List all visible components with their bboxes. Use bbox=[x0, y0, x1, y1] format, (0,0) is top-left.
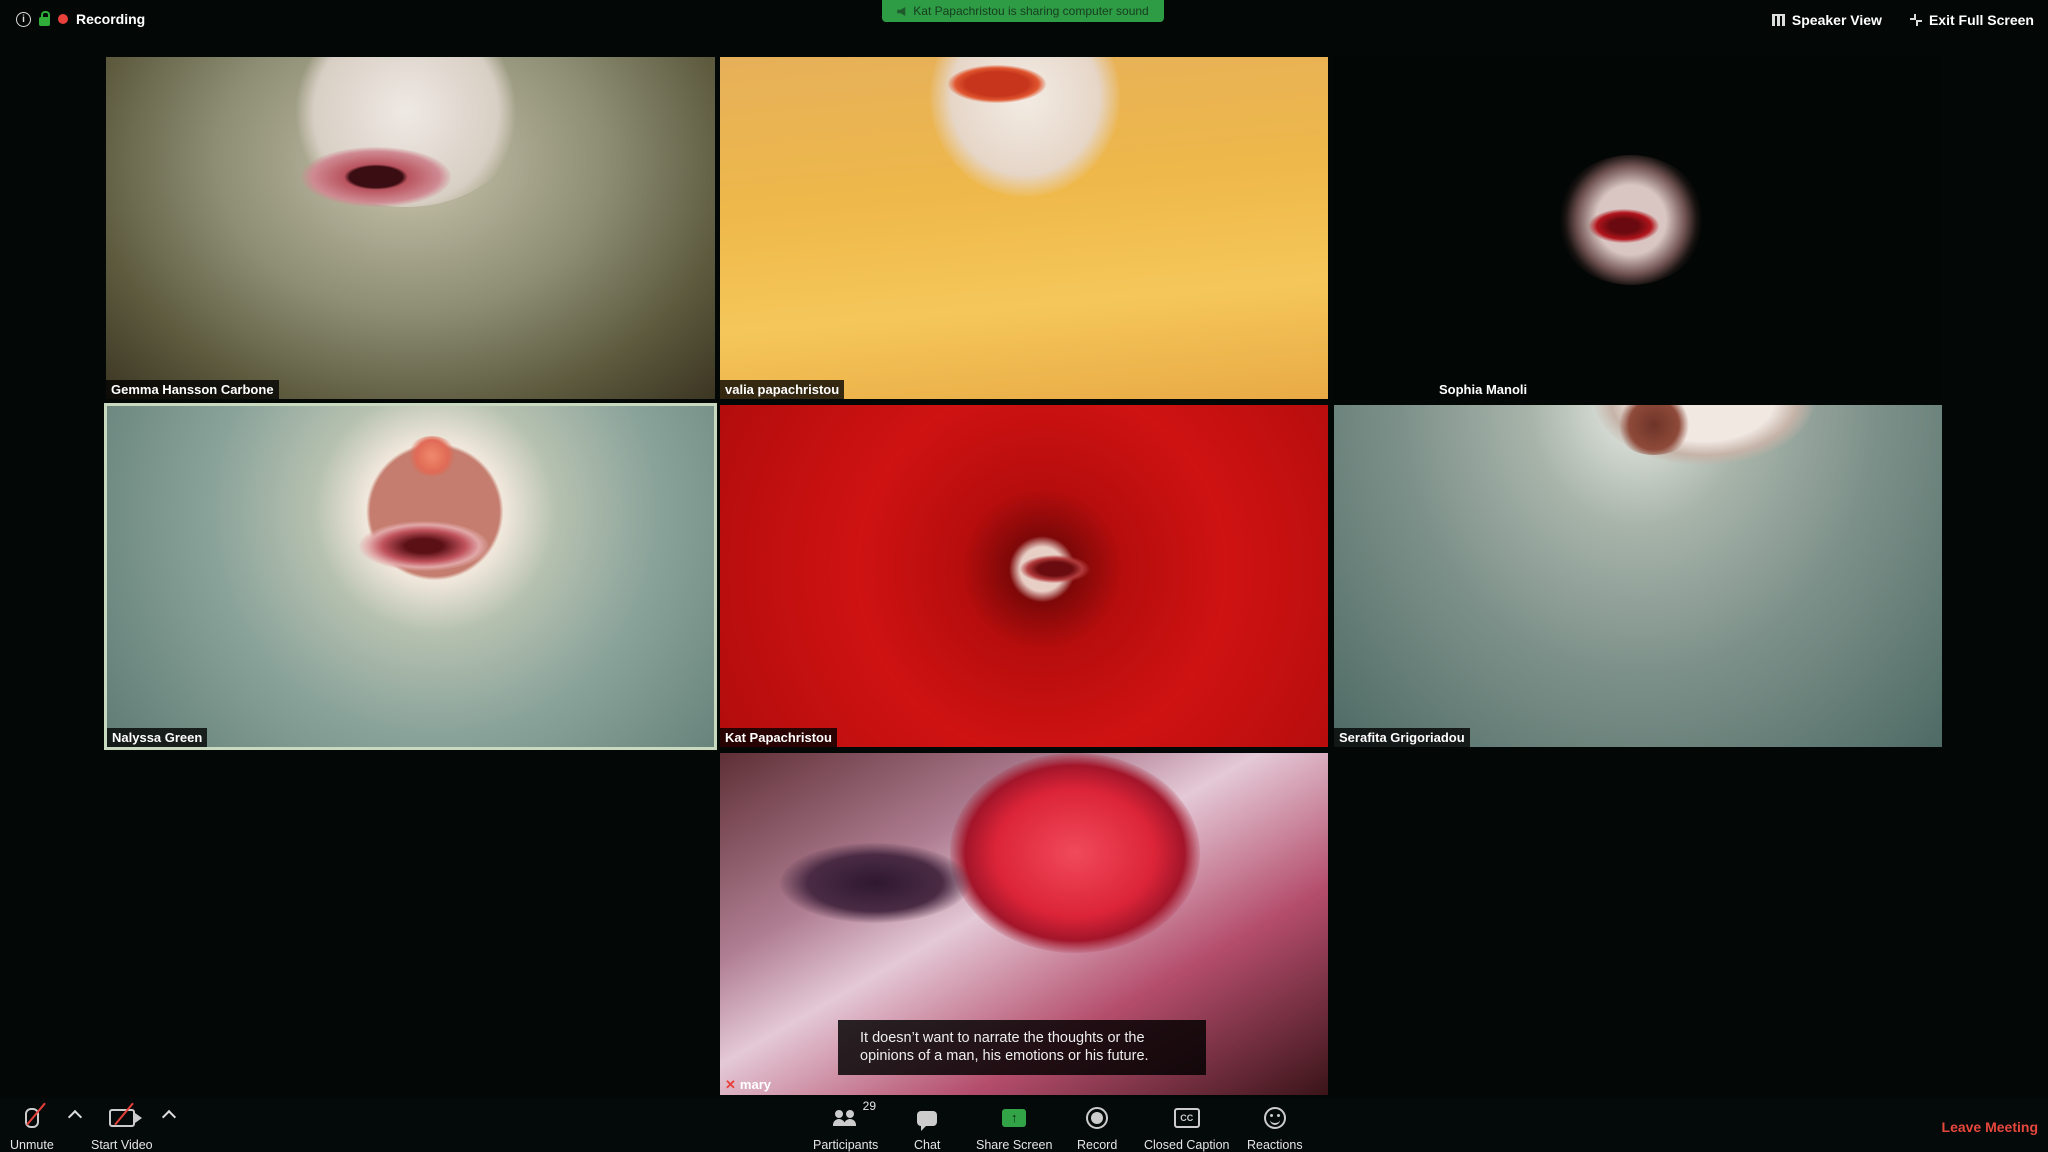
video-tile[interactable]: Kat Papachristou bbox=[720, 405, 1328, 747]
speaker-view-label: Speaker View bbox=[1791, 12, 1882, 28]
chat-label: Chat bbox=[914, 1138, 941, 1152]
record-icon bbox=[1086, 1104, 1109, 1132]
sound-share-banner: Kat Papachristou is sharing computer sou… bbox=[882, 0, 1164, 22]
video-tile[interactable]: Serafita Grigoriadou bbox=[1334, 405, 1942, 747]
nose-shape bbox=[407, 436, 457, 476]
exit-fullscreen-button[interactable]: Exit Full Screen bbox=[1909, 12, 2034, 28]
info-icon[interactable]: i bbox=[16, 11, 31, 27]
record-label: Record bbox=[1077, 1138, 1118, 1152]
closed-caption-button[interactable]: CC Closed Caption bbox=[1144, 1104, 1229, 1152]
video-tile[interactable]: Gemma Hansson Carbone bbox=[106, 57, 715, 399]
reactions-icon bbox=[1263, 1104, 1286, 1132]
speaker-view-button[interactable]: Speaker View bbox=[1771, 12, 1882, 28]
record-button[interactable]: Record bbox=[1077, 1104, 1117, 1152]
lips-shape bbox=[1589, 209, 1659, 243]
exit-fullscreen-label: Exit Full Screen bbox=[1928, 12, 2034, 28]
lips-shape bbox=[950, 753, 1200, 953]
video-tile[interactable]: valia papachristou bbox=[720, 57, 1328, 399]
recording-status: i Recording bbox=[16, 10, 146, 27]
participants-icon: 29 bbox=[832, 1099, 876, 1132]
participant-name: valia papachristou bbox=[720, 380, 845, 399]
sound-share-text: Kat Papachristou is sharing computer sou… bbox=[913, 4, 1149, 18]
top-bar: i Recording Kat Papachristou is sharing … bbox=[0, 0, 2048, 42]
leave-meeting-button[interactable]: Leave Meeting bbox=[1942, 1119, 2038, 1135]
unmute-button[interactable]: Unmute bbox=[10, 1102, 54, 1152]
share-screen-label: Share Screen bbox=[976, 1138, 1053, 1152]
participant-name: Nalyssa Green bbox=[107, 728, 208, 747]
finger-shape bbox=[780, 843, 970, 923]
chat-icon bbox=[917, 1104, 938, 1132]
participants-label: Participants bbox=[813, 1138, 879, 1152]
mic-muted-icon: ✕ bbox=[725, 1077, 736, 1092]
participant-name: Gemma Hansson Carbone bbox=[106, 380, 279, 399]
participant-name: Kat Papachristou bbox=[720, 728, 837, 747]
share-screen-button[interactable]: ↑ Share Screen bbox=[976, 1104, 1052, 1152]
camera-icon bbox=[108, 1102, 142, 1132]
audio-options-chevron-icon[interactable] bbox=[67, 1109, 83, 1125]
video-tile[interactable]: Sophia Manoli bbox=[1334, 57, 1942, 399]
participant-name-text: mary bbox=[739, 1077, 771, 1092]
lips-shape bbox=[948, 65, 1046, 103]
share-screen-icon: ↑ bbox=[1002, 1104, 1027, 1132]
unmute-label: Unmute bbox=[10, 1138, 54, 1152]
video-options-chevron-icon[interactable] bbox=[161, 1109, 177, 1125]
speaker-icon bbox=[897, 7, 906, 16]
lips-shape bbox=[301, 147, 451, 207]
grid-icon bbox=[1771, 14, 1785, 26]
lips-shape bbox=[1020, 555, 1090, 583]
recording-label: Recording bbox=[76, 11, 146, 27]
lips-shape bbox=[359, 521, 489, 571]
reactions-button[interactable]: Reactions bbox=[1247, 1104, 1303, 1152]
participants-button[interactable]: 29 Participants bbox=[813, 1099, 879, 1152]
participant-count: 29 bbox=[862, 1099, 877, 1113]
exit-fullscreen-icon bbox=[1909, 14, 1922, 26]
video-tile[interactable]: Nalyssa Green bbox=[104, 403, 717, 750]
start-video-button[interactable]: Start Video bbox=[91, 1102, 153, 1152]
participant-name: Serafita Grigoriadou bbox=[1334, 728, 1470, 747]
cc-icon: CC bbox=[1173, 1104, 1200, 1132]
lock-icon[interactable] bbox=[39, 10, 50, 26]
mic-icon bbox=[24, 1102, 46, 1132]
participant-name: Sophia Manoli bbox=[1439, 382, 1528, 397]
recording-dot-icon bbox=[58, 14, 68, 24]
participant-name: ✕ mary bbox=[720, 1075, 776, 1095]
chat-button[interactable]: Chat bbox=[914, 1104, 940, 1152]
view-controls: Speaker View Exit Full Screen bbox=[1771, 12, 2034, 28]
reactions-label: Reactions bbox=[1247, 1138, 1303, 1152]
closed-caption-label: Closed Caption bbox=[1144, 1138, 1230, 1152]
start-video-label: Start Video bbox=[91, 1138, 153, 1152]
meeting-toolbar: Unmute Start Video 29 Participants Chat … bbox=[0, 1098, 2048, 1152]
closed-caption-text: It doesn’t want to narrate the thoughts … bbox=[838, 1020, 1206, 1075]
